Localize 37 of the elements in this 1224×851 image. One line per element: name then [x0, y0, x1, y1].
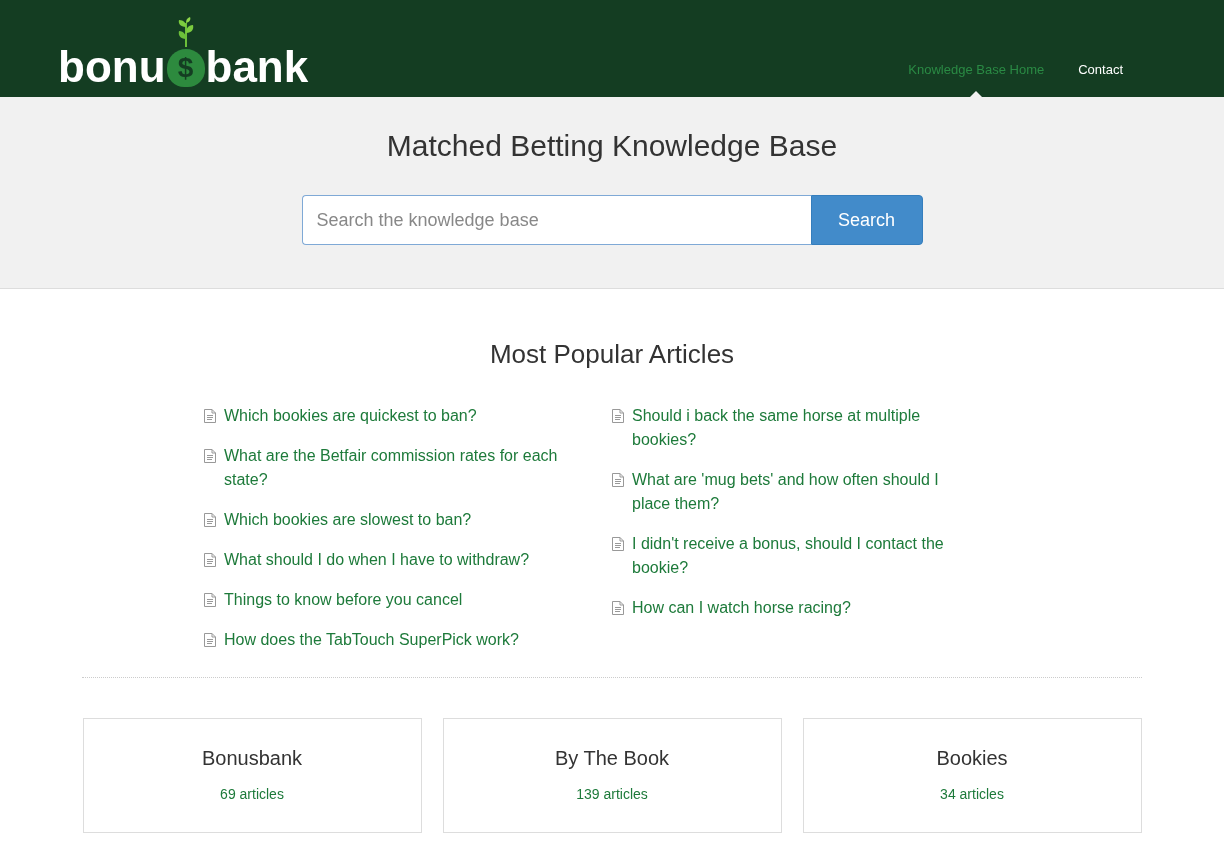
article-link[interactable]: How can I watch horse racing?: [632, 596, 851, 620]
search-field[interactable]: Search the knowledge base: [301, 195, 811, 245]
section-title: Most Popular Articles: [489, 339, 735, 370]
page-title: Matched Betting Knowledge Base: [386, 129, 838, 163]
article-link[interactable]: Things to know before you cancel: [224, 588, 463, 612]
search-button[interactable]: Search: [810, 195, 923, 245]
nav-link[interactable]: Contact: [1078, 62, 1123, 77]
article-link[interactable]: What are 'mug bets' and how often should I place them?: [632, 468, 972, 516]
logo-text[interactable]: bonu: [58, 45, 166, 89]
document-icon: [204, 409, 216, 423]
article-count[interactable]: 69 articles: [220, 786, 284, 802]
document-icon: [612, 601, 624, 615]
article-link[interactable]: What should I do when I have to withdraw?: [224, 548, 530, 572]
logo-text[interactable]: bank: [205, 45, 309, 89]
category-title: Bonusbank: [201, 747, 303, 770]
document-icon: [204, 553, 216, 567]
document-icon: [204, 593, 216, 607]
article-link[interactable]: What are the Betfair commission rates for each state?: [224, 444, 564, 492]
article-link[interactable]: Which bookies are quickest to ban?: [224, 404, 477, 428]
document-icon: [612, 537, 624, 551]
document-icon: [204, 449, 216, 463]
article-link[interactable]: Which bookies are slowest to ban?: [224, 508, 472, 532]
article-link[interactable]: Should i back the same horse at multiple bookies?: [632, 404, 972, 452]
category-title: Bookies: [936, 747, 1008, 770]
document-icon: [204, 513, 216, 527]
money-bag-logo: $: [166, 49, 205, 87]
document-icon: [204, 633, 216, 647]
article-link[interactable]: How does the TabTouch SuperPick work?: [224, 628, 519, 652]
category-card[interactable]: By The Book 139 articles: [442, 718, 782, 833]
category-card[interactable]: Bonusbank 69 articles: [82, 718, 422, 833]
article-link[interactable]: I didn't receive a bonus, should I contact the bookie?: [632, 532, 972, 580]
document-icon: [612, 473, 624, 487]
document-icon: [612, 409, 624, 423]
article-count[interactable]: 34 articles: [940, 786, 1004, 802]
article-count[interactable]: 139 articles: [576, 786, 648, 802]
category-card[interactable]: Bookies 34 articles: [802, 718, 1142, 833]
category-title: By The Book: [554, 747, 670, 770]
